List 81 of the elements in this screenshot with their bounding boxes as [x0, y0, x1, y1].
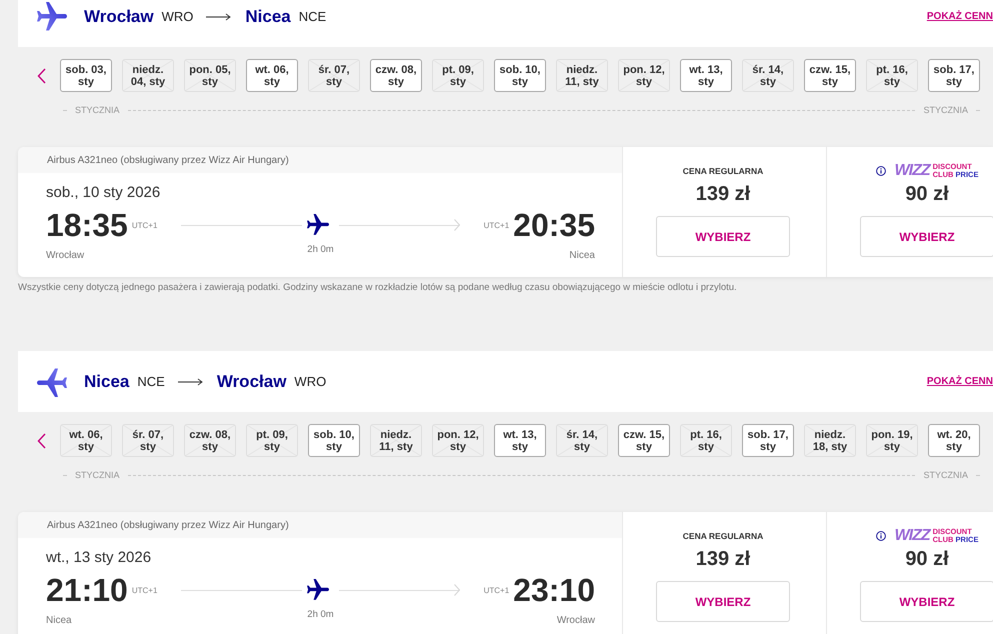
destination-code: NCE	[298, 9, 326, 24]
fare-price: 139 zł	[696, 548, 750, 570]
timezone-label: UTC+1	[132, 586, 158, 594]
date-tile[interactable]: niedz. 11, sty	[556, 59, 608, 92]
arrow-icon	[178, 378, 203, 386]
date-tile[interactable]: czw. 08, sty	[184, 424, 236, 457]
date-tile[interactable]: pt. 16, sty	[680, 424, 732, 457]
show-prices-link[interactable]: POKAŻ CENN	[926, 11, 993, 22]
date-tile[interactable]: wt. 20, sty	[928, 424, 980, 457]
chevron-left-icon[interactable]	[37, 68, 46, 84]
destination-code: WRO	[294, 374, 326, 389]
date-tile[interactable]: niedz. 04, sty	[122, 59, 174, 92]
date-tile[interactable]: wt. 13, sty	[680, 59, 732, 92]
date-tile[interactable]: czw. 15, sty	[618, 424, 670, 457]
info-icon[interactable]	[876, 166, 886, 176]
price-note: Wszystkie ceny dotyczą jednego pasażera i zawierają podatki. Godziny wskazane w rozkładzie lotów są podane według czasu obowiązującego w mieście odlotu i przylotu.	[18, 282, 737, 294]
month-label: STYCZNIA	[75, 105, 120, 115]
select-button[interactable]: WYBIERZ	[860, 581, 993, 622]
month-label: STYCZNIA	[923, 470, 968, 480]
fare-title: CENA REGULARNA	[682, 531, 764, 541]
date-tile[interactable]: pt. 16, sty	[866, 59, 918, 92]
date-tile[interactable]: czw. 15, sty	[804, 59, 856, 92]
departure-time: 18:35	[46, 209, 128, 241]
flight-date: sob., 10 sty 2026	[46, 184, 160, 202]
date-tile[interactable]: pt. 09, sty	[432, 59, 484, 92]
date-tile[interactable]: śr. 07, sty	[122, 424, 174, 457]
origin-code: WRO	[162, 9, 194, 24]
destination-city: Nicea	[245, 6, 291, 26]
date-tile[interactable]: pon. 12, sty	[432, 424, 484, 457]
date-tile[interactable]: sob. 10, sty	[494, 59, 546, 92]
timezone-label: UTC+1	[132, 220, 158, 230]
select-button[interactable]: WYBIERZ	[656, 581, 790, 622]
arrival-city: Nicea	[569, 250, 595, 262]
date-tile[interactable]: niedz. 18, sty	[804, 424, 856, 457]
date-tile[interactable]: sob. 03, sty	[60, 59, 112, 92]
destination-city: Wrocław	[216, 372, 286, 392]
flight-date: wt., 13 sty 2026	[46, 549, 152, 567]
fare-price: 90 zł	[905, 548, 949, 570]
aircraft-info: Airbus A321neo (obsługiwany przez Wizz Air Hungary)	[18, 512, 622, 538]
date-tile[interactable]: sob. 17, sty	[742, 424, 794, 457]
fare-price: 90 zł	[905, 183, 949, 205]
flight-duration: 2h 0m	[307, 609, 334, 621]
date-tile[interactable]: niedz. 11, sty	[370, 424, 422, 457]
aircraft-info: Airbus A321neo (obsługiwany przez Wizz Air Hungary)	[18, 147, 622, 173]
departure-time: 21:10	[46, 574, 128, 606]
date-tile[interactable]: sob. 17, sty	[928, 59, 980, 92]
departure-city: Wrocław	[46, 250, 84, 262]
date-tile[interactable]: pon. 12, sty	[618, 59, 670, 92]
date-tile[interactable]: śr. 14, sty	[742, 59, 794, 92]
date-tile[interactable]: czw. 08, sty	[370, 59, 422, 92]
departure-city: Nicea	[46, 615, 72, 627]
arrow-icon	[206, 12, 232, 20]
show-prices-link[interactable]: POKAŻ CENN	[926, 376, 993, 387]
date-tile[interactable]: wt. 13, sty	[494, 424, 546, 457]
date-tile[interactable]: śr. 07, sty	[308, 59, 360, 92]
date-tile[interactable]: pt. 09, sty	[246, 424, 298, 457]
fare-price: 139 zł	[696, 183, 750, 205]
arrival-time: 23:10	[513, 574, 595, 606]
select-button[interactable]: WYBIERZ	[860, 216, 993, 257]
info-icon[interactable]	[876, 531, 886, 541]
origin-city: Wrocław	[84, 6, 154, 26]
timezone-label: UTC+1	[484, 220, 510, 230]
date-tile[interactable]: pon. 05, sty	[184, 59, 236, 92]
date-tile[interactable]: pon. 19, sty	[866, 424, 918, 457]
month-label: STYCZNIA	[75, 470, 120, 480]
arrival-time: 20:35	[513, 209, 595, 241]
timezone-label: UTC+1	[484, 586, 510, 594]
airplane-icon	[307, 214, 329, 236]
date-tile[interactable]: wt. 06, sty	[246, 59, 298, 92]
origin-city: Nicea	[84, 372, 130, 392]
airplane-icon	[307, 579, 329, 601]
arrival-city: Wrocław	[556, 615, 595, 627]
flight-duration: 2h 0m	[307, 244, 334, 256]
date-tile[interactable]: wt. 06, sty	[60, 424, 112, 457]
select-button[interactable]: WYBIERZ	[656, 216, 790, 257]
fare-title: CENA REGULARNA	[682, 166, 764, 176]
date-tile[interactable]: sob. 10, sty	[308, 424, 360, 457]
origin-code: NCE	[137, 374, 165, 389]
month-label: STYCZNIA	[923, 105, 968, 115]
chevron-left-icon[interactable]	[37, 432, 46, 448]
date-tile[interactable]: śr. 14, sty	[556, 424, 608, 457]
